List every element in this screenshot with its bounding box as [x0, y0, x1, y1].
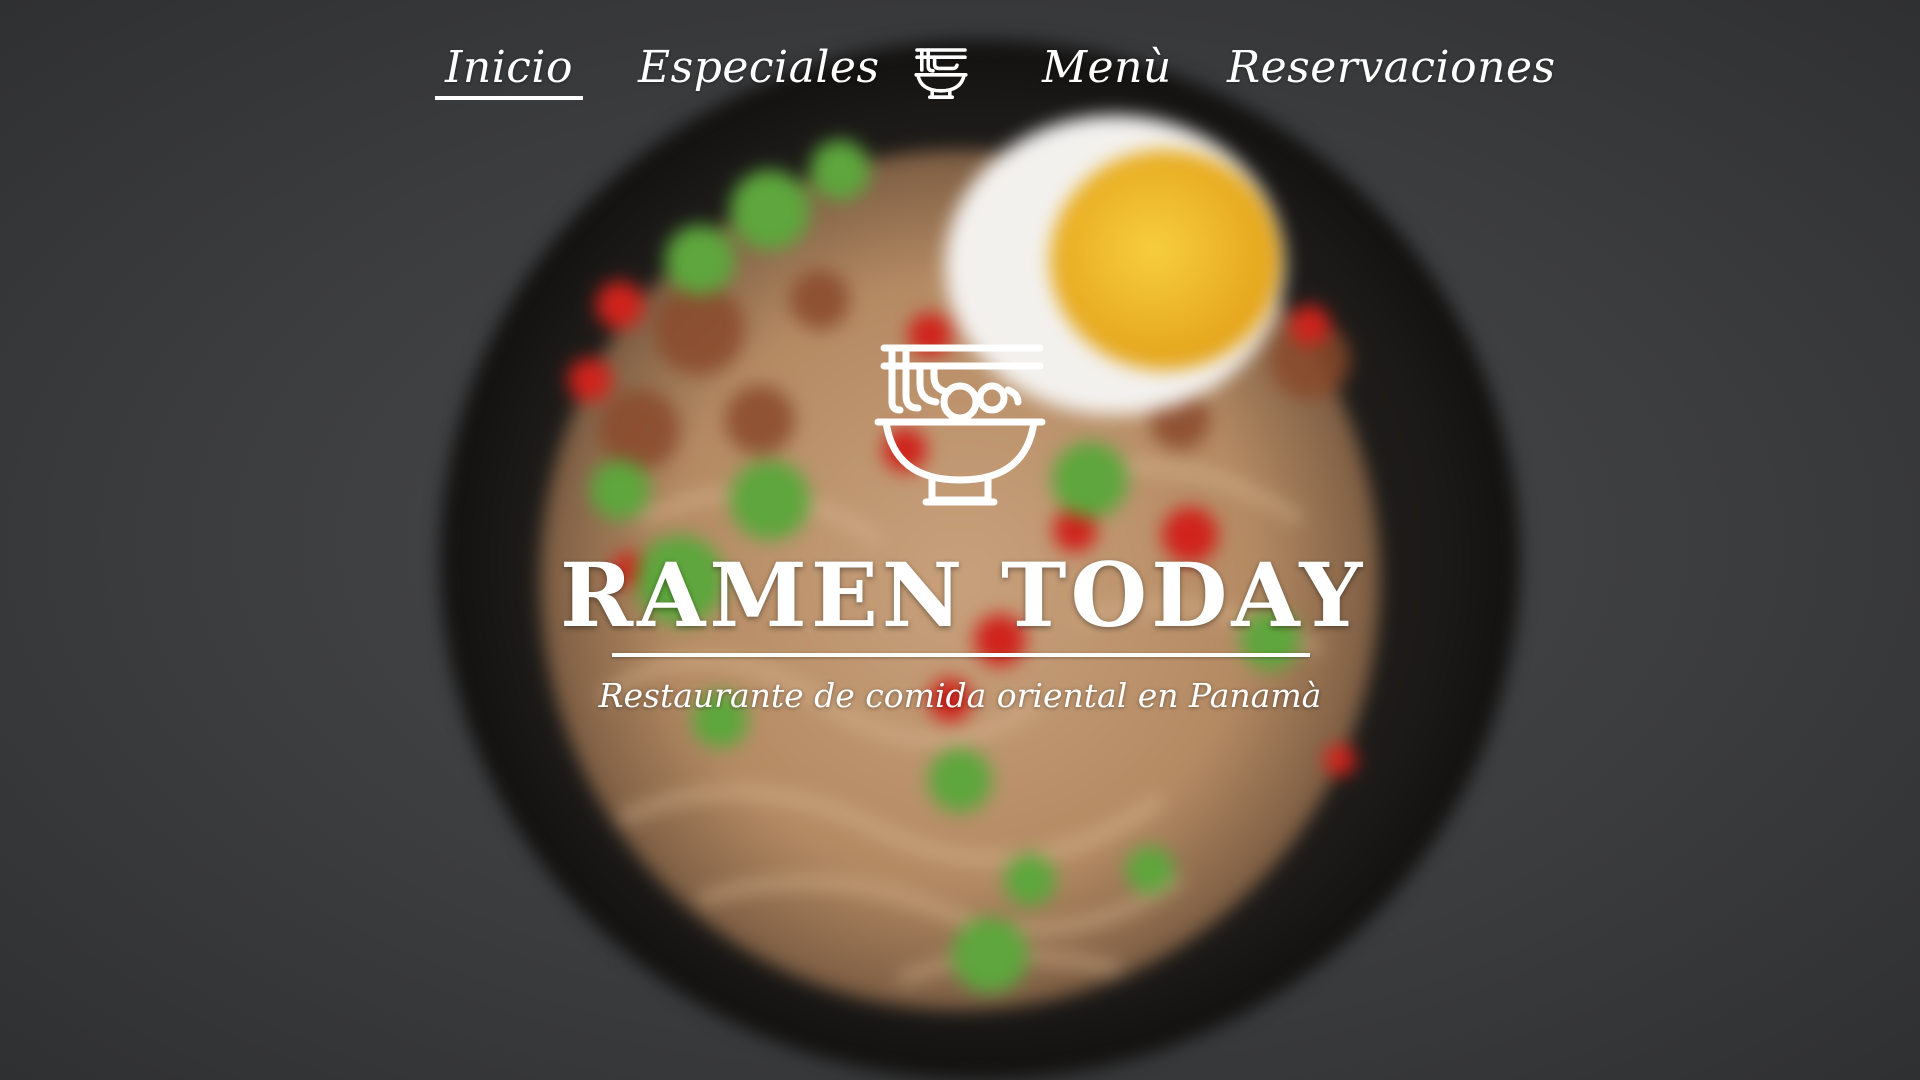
brand-divider — [612, 653, 1310, 657]
ramen-bowl-icon — [872, 340, 1048, 516]
hero-background-photo — [0, 0, 1920, 1080]
nav-item-inicio[interactable]: Inicio — [435, 40, 583, 100]
ramen-bowl-icon[interactable] — [912, 46, 970, 102]
hero-page: Inicio Especiales Menù Reservaciones RAM… — [0, 0, 1920, 1080]
main-nav: Inicio Especiales Menù Reservaciones — [0, 30, 1920, 110]
brand-title: RAMEN TODAY — [560, 543, 1367, 647]
brand-subtitle: Restaurante de comida oriental en Panamà — [598, 676, 1322, 715]
nav-item-menu[interactable]: Menù — [1042, 40, 1172, 96]
nav-item-especiales[interactable]: Especiales — [638, 40, 880, 96]
nav-item-reservaciones[interactable]: Reservaciones — [1227, 40, 1556, 96]
